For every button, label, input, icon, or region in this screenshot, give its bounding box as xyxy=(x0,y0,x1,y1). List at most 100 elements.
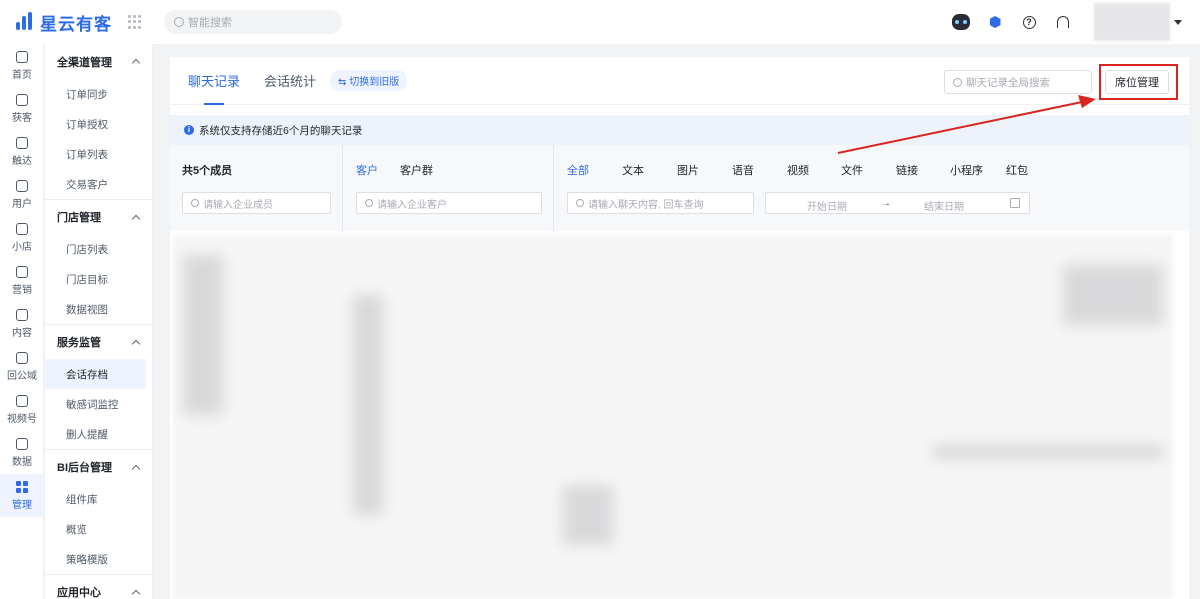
members-panel: 共5个成员 请输入企业成员 xyxy=(170,145,343,231)
filter-link[interactable]: 链接 xyxy=(896,162,918,178)
sidebar-item[interactable]: 概览 xyxy=(45,514,152,544)
sidebar-group-title[interactable]: 应用中心 xyxy=(45,574,152,599)
filter-all[interactable]: 全部 xyxy=(567,162,589,178)
home-icon xyxy=(16,50,28,63)
rail-item-3[interactable]: 用户 xyxy=(0,173,44,216)
sidebar-item[interactable]: 删人提醒 xyxy=(45,419,152,449)
rail-item-label: 管理 xyxy=(12,499,32,511)
grid-icon xyxy=(16,480,28,493)
rail-item-5[interactable]: 营销 xyxy=(0,259,44,302)
sidebar-item[interactable]: 订单授权 xyxy=(45,109,152,139)
sidebar-item[interactable]: 组件库 xyxy=(45,484,152,514)
sidebar-item[interactable]: 门店列表 xyxy=(45,234,152,264)
rail-item-7[interactable]: 回公域 xyxy=(0,345,44,388)
filter-video[interactable]: 视频 xyxy=(787,162,809,178)
cube-icon[interactable] xyxy=(978,3,1012,41)
chat-global-search-input[interactable]: 聊天记录全局搜索 xyxy=(944,70,1092,94)
sidebar-item[interactable]: 敏感词监控 xyxy=(45,389,152,419)
filter-mini-program[interactable]: 小程序 xyxy=(950,162,983,178)
logo-text: 星云有客 xyxy=(40,14,112,34)
search-icon xyxy=(365,199,373,207)
rail-item-label: 小店 xyxy=(12,241,32,253)
sidebar-item[interactable]: 会话存档 xyxy=(45,359,146,389)
chevron-up-icon[interactable] xyxy=(131,339,141,348)
member-search-input[interactable]: 请输入企业成员 xyxy=(182,192,331,214)
filter-voice[interactable]: 语音 xyxy=(732,162,754,178)
sidebar-item[interactable]: 订单列表 xyxy=(45,139,152,169)
calendar-icon[interactable] xyxy=(1010,198,1020,208)
sidebar-group-label: 应用中心 xyxy=(57,587,101,599)
rail-item-1[interactable]: 获客 xyxy=(0,87,44,130)
sidebar-item[interactable]: 门店目标 xyxy=(45,264,152,294)
filter-text[interactable]: 文本 xyxy=(622,162,644,178)
rail-item-8[interactable]: 视频号 xyxy=(0,388,44,431)
tab-customer[interactable]: 客户 xyxy=(356,162,378,178)
crown-icon xyxy=(16,351,28,364)
rail-item-label: 视频号 xyxy=(7,413,37,425)
sidebar-group-title[interactable]: 全渠道管理 xyxy=(45,44,152,79)
date-range-picker[interactable]: 开始日期 → 结束日期 xyxy=(765,192,1030,214)
storage-notice: i 系统仅支持存储近6个月的聊天记录 xyxy=(170,115,1189,145)
tabs-row: 聊天记录 会话统计 ⇆ 切换到旧版 聊天记录全局搜索 席位管理 xyxy=(170,57,1189,105)
message-search-input[interactable]: 请输入聊天内容, 回车查询 xyxy=(567,192,754,214)
headset-icon[interactable] xyxy=(1046,3,1080,41)
chevron-up-icon[interactable] xyxy=(131,58,141,68)
robot-icon[interactable] xyxy=(944,3,978,41)
chevron-up-icon[interactable] xyxy=(131,589,141,598)
search-icon xyxy=(576,199,584,207)
apps-grid-icon[interactable] xyxy=(128,15,142,29)
rail-item-6[interactable]: 内容 xyxy=(0,302,44,345)
rail-item-label: 回公域 xyxy=(7,370,37,382)
search-icon xyxy=(174,17,184,27)
sidebar-item[interactable]: 策略模版 xyxy=(45,544,152,574)
bulb-icon xyxy=(16,265,28,278)
rail-item-4[interactable]: 小店 xyxy=(0,216,44,259)
rail-item-label: 内容 xyxy=(12,327,32,339)
sidebar-group-label: 全渠道管理 xyxy=(57,56,112,69)
send-icon xyxy=(16,136,28,149)
tab-customer-group[interactable]: 客户群 xyxy=(400,162,433,178)
filter-file[interactable]: 文件 xyxy=(841,162,863,178)
chevron-up-icon[interactable] xyxy=(131,464,141,473)
global-smart-search[interactable]: 智能搜索 xyxy=(164,10,342,34)
tab-chat-records[interactable]: 聊天记录 xyxy=(188,57,240,105)
blurred-chat-content xyxy=(173,235,1173,599)
rail-item-2[interactable]: 触达 xyxy=(0,130,44,173)
sidebar-group-title[interactable]: BI后台管理 xyxy=(45,449,152,484)
top-bar: 星云有客 智能搜索 ? xyxy=(0,0,1200,44)
sidebar-item[interactable]: 交易客户 xyxy=(45,169,152,199)
sidebar-menu: 全渠道管理订单同步 订单授权 订单列表 交易客户门店管理门店列表 门店目标 数据视图服务监… xyxy=(45,44,153,599)
logo[interactable]: 星云有客 xyxy=(14,10,124,35)
sidebar-group-title[interactable]: 服务监管 xyxy=(45,324,152,359)
nav-rail: 首页获客 触达用户小店营销内容回公域视频号数据管理 xyxy=(0,44,44,599)
rail-item-label: 首页 xyxy=(12,69,32,81)
message-search-placeholder: 请输入聊天内容, 回车查询 xyxy=(588,199,704,211)
rail-item-10[interactable]: 管理 xyxy=(0,474,44,517)
customer-search-input[interactable]: 请输入企业客户 xyxy=(356,192,542,214)
switch-old-version-button[interactable]: ⇆ 切换到旧版 xyxy=(330,70,408,91)
user-icon xyxy=(16,179,28,192)
logo-icon xyxy=(14,12,36,32)
chat-global-search-placeholder: 聊天记录全局搜索 xyxy=(966,76,1050,89)
filter-red-packet[interactable]: 红包 xyxy=(1006,162,1028,178)
help-icon[interactable]: ? xyxy=(1012,3,1046,41)
date-start[interactable]: 开始日期 xyxy=(807,198,847,213)
user-avatar[interactable] xyxy=(1094,3,1170,41)
rail-item-label: 用户 xyxy=(12,198,32,210)
filter-image[interactable]: 图片 xyxy=(677,162,699,178)
member-search-placeholder: 请输入企业成员 xyxy=(203,199,273,211)
rail-item-0[interactable]: 首页 xyxy=(0,44,44,87)
user-menu-caret-icon[interactable] xyxy=(1174,19,1182,25)
sidebar-item[interactable]: 数据视图 xyxy=(45,294,152,324)
date-separator-arrow: → xyxy=(881,198,891,209)
chevron-up-icon[interactable] xyxy=(131,214,141,223)
sidebar-item[interactable]: 订单同步 xyxy=(45,79,152,109)
sidebar-group-label: 服务监管 xyxy=(57,337,101,349)
rail-item-9[interactable]: 数据 xyxy=(0,431,44,474)
annotation-highlight-box xyxy=(1099,64,1178,100)
sidebar-group-label: 门店管理 xyxy=(57,212,101,224)
tab-session-stats[interactable]: 会话统计 xyxy=(264,57,316,105)
sidebar-group-title[interactable]: 门店管理 xyxy=(45,199,152,234)
date-end[interactable]: 结束日期 xyxy=(924,198,964,213)
header-tools: ? xyxy=(944,3,1182,41)
